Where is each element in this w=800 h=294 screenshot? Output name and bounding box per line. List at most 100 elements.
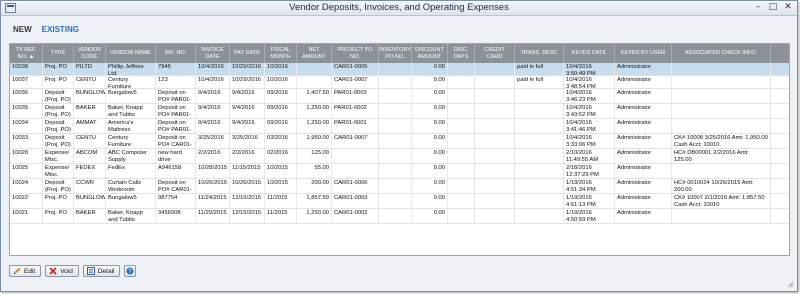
- column-header[interactable]: KEYED BY USER: [615, 44, 672, 63]
- column-header[interactable]: VENDOR CODE: [74, 44, 106, 63]
- table-cell: [379, 194, 412, 208]
- table-row[interactable]: 10037 Proj. PO CENTU Century Furniture 123 10…: [10, 76, 789, 89]
- table-row[interactable]: 10022Proj. POBUNGLOWSBungalow598775411/2…: [10, 194, 789, 209]
- table-cell: [379, 104, 412, 118]
- table-cell: 12/16/2015: [230, 194, 265, 208]
- column-header[interactable]: VENDOR NAME: [106, 44, 156, 63]
- table-cell: 123: [156, 76, 196, 88]
- column-header[interactable]: TRANS. DESC: [515, 44, 564, 63]
- close-button[interactable]: ✕: [782, 2, 794, 14]
- column-header[interactable]: DISCOUNT AMOUNT: [412, 44, 448, 63]
- table-cell: Bungalow5: [106, 89, 156, 103]
- table-cell: [297, 76, 332, 88]
- table-row[interactable]: 10034 Deposit (Proj. PO) AMMAT America's Ma…: [10, 119, 789, 134]
- maximize-button[interactable]: □: [767, 2, 779, 14]
- column-header[interactable]: CREDIT CARD: [475, 44, 515, 63]
- table-cell: 10/29/2016: [230, 63, 265, 75]
- table-cell: [379, 89, 412, 103]
- resize-grip-icon[interactable]: [786, 280, 794, 288]
- minimize-button[interactable]: –: [752, 2, 764, 14]
- table-cell: [515, 194, 564, 208]
- table-cell: 09/2016: [265, 104, 297, 118]
- column-header[interactable]: NET AMOUNT: [297, 44, 332, 63]
- table-cell: 10033: [10, 134, 43, 148]
- table-cell: PAR01-0003: [332, 89, 379, 103]
- column-header[interactable]: FISCAL MONTH: [265, 44, 297, 63]
- table-cell: CK# 10007 2/1/2016 Amt: 1,857.50 Cash Ac…: [672, 194, 771, 208]
- table-cell: [475, 179, 515, 193]
- table-cell: 10037: [10, 76, 43, 88]
- table-cell: CAR01-0007: [332, 134, 379, 148]
- title-bar: Vendor Deposits, Invoices, and Operating…: [1, 1, 797, 16]
- table-cell: Deposit (Proj. PO): [43, 104, 74, 118]
- table-row[interactable]: 10035 Deposit (Proj. PO) BAKER Baker, Knapp…: [10, 104, 789, 119]
- table-cell: [475, 76, 515, 88]
- table-row[interactable]: 10021 Proj. PO BAKER Baker, Knapp and Tubbs…: [10, 209, 789, 224]
- detail-button[interactable]: Detail: [82, 265, 121, 277]
- column-header[interactable]: INVENTORY PO NO.: [379, 44, 412, 63]
- table-cell: 12/15/2015: [230, 209, 265, 223]
- table-cell: [672, 89, 771, 103]
- tab-existing[interactable]: EXISTING: [42, 25, 79, 34]
- column-header[interactable]: ASSOCIATED CHECK INFO.: [672, 44, 771, 63]
- table-cell: Administrator: [615, 89, 672, 103]
- table-row[interactable]: 10033 Deposit (Proj. PO) CENTU Century Furn…: [10, 134, 789, 149]
- table-cell: 200.00: [297, 179, 332, 193]
- table-row[interactable]: 10038 Proj. PO PILTD Phillip Jeffries Ltd. 7…: [10, 63, 789, 76]
- app-window: Vendor Deposits, Invoices, and Operating…: [0, 0, 798, 292]
- table-cell: ABC Computer Supply: [106, 149, 156, 163]
- column-header[interactable]: INV. NO.: [156, 44, 196, 63]
- table-cell: [297, 63, 332, 75]
- table-cell: [475, 194, 515, 208]
- table-cell: 10028: [10, 149, 43, 163]
- table-cell: 10038: [10, 63, 43, 75]
- table-cell: 1,250.00: [297, 209, 332, 223]
- column-header[interactable]: INVOICE DATE: [196, 44, 230, 63]
- table-cell: Deposit (Proj. PO): [43, 89, 74, 103]
- table-cell: Deposit (Proj. PO): [43, 119, 74, 133]
- help-button[interactable]: ?: [124, 265, 137, 277]
- table-cell: Proj. PO: [43, 63, 74, 75]
- table-cell: Deposit on PO# PAR01-0002: [156, 104, 196, 118]
- table-cell: Administrator: [615, 104, 672, 118]
- table-cell: 11/2015: [265, 194, 297, 208]
- column-header[interactable]: KEYED DATE: [564, 44, 615, 63]
- table-row[interactable]: 10024 Deposit (Proj. PO) CCWR Curtain Calls…: [10, 179, 789, 194]
- table-cell: [515, 134, 564, 148]
- help-icon: ?: [126, 267, 135, 275]
- table-row[interactable]: 10028 Expense/ Misc. ABCOM ABC Computer Sup…: [10, 149, 789, 164]
- table-cell: 0.00: [412, 76, 448, 88]
- table-cell: [379, 63, 412, 75]
- table-cell: [448, 179, 475, 193]
- table-cell: 11/2015: [265, 209, 297, 223]
- table-cell: Century Furniture: [106, 76, 156, 88]
- column-header[interactable]: PAY DATE: [230, 44, 265, 63]
- table-cell: 0.00: [412, 63, 448, 75]
- table-cell: 1,950.00: [297, 134, 332, 148]
- table-cell: 10/2016: [265, 76, 297, 88]
- table-cell: HC# 0010024 10/26/2015 Amt: 200.00 Cash …: [672, 179, 771, 193]
- column-header[interactable]: PROJECT PO NO.: [332, 44, 379, 63]
- table-cell: 0.00: [412, 164, 448, 178]
- column-header[interactable]: TX REF. NO. ▲: [10, 44, 43, 63]
- void-button[interactable]: Void: [45, 265, 79, 277]
- table-row[interactable]: 10025 Expense/ Misc. FEDEX FedEx A946158 10/2…: [10, 164, 789, 179]
- table-cell: 0.00: [412, 194, 448, 208]
- detail-button-label: Detail: [97, 267, 115, 275]
- table-cell: CCWR: [74, 179, 106, 193]
- column-header[interactable]: TYPE: [43, 44, 74, 63]
- table-cell: 10/26/2015: [230, 179, 265, 193]
- table-cell: 10036: [10, 89, 43, 103]
- edit-button-label: Edit: [24, 267, 36, 275]
- edit-button[interactable]: Edit: [9, 265, 42, 277]
- table-row[interactable]: 10036Deposit (Proj. PO)BUNGLOWSBungalow5…: [10, 89, 789, 104]
- table-cell: Administrator: [615, 209, 672, 223]
- table-cell: Deposit on PO# PAR01-0001: [156, 119, 196, 133]
- column-header[interactable]: DISC. DAYS: [448, 44, 475, 63]
- table-cell: 0.00: [412, 119, 448, 133]
- table-cell: FEDEX: [74, 164, 106, 178]
- table-cell: 0.00: [412, 209, 448, 223]
- table-cell: [448, 209, 475, 223]
- table-cell: 125.00: [297, 149, 332, 163]
- tab-new[interactable]: NEW: [13, 25, 32, 34]
